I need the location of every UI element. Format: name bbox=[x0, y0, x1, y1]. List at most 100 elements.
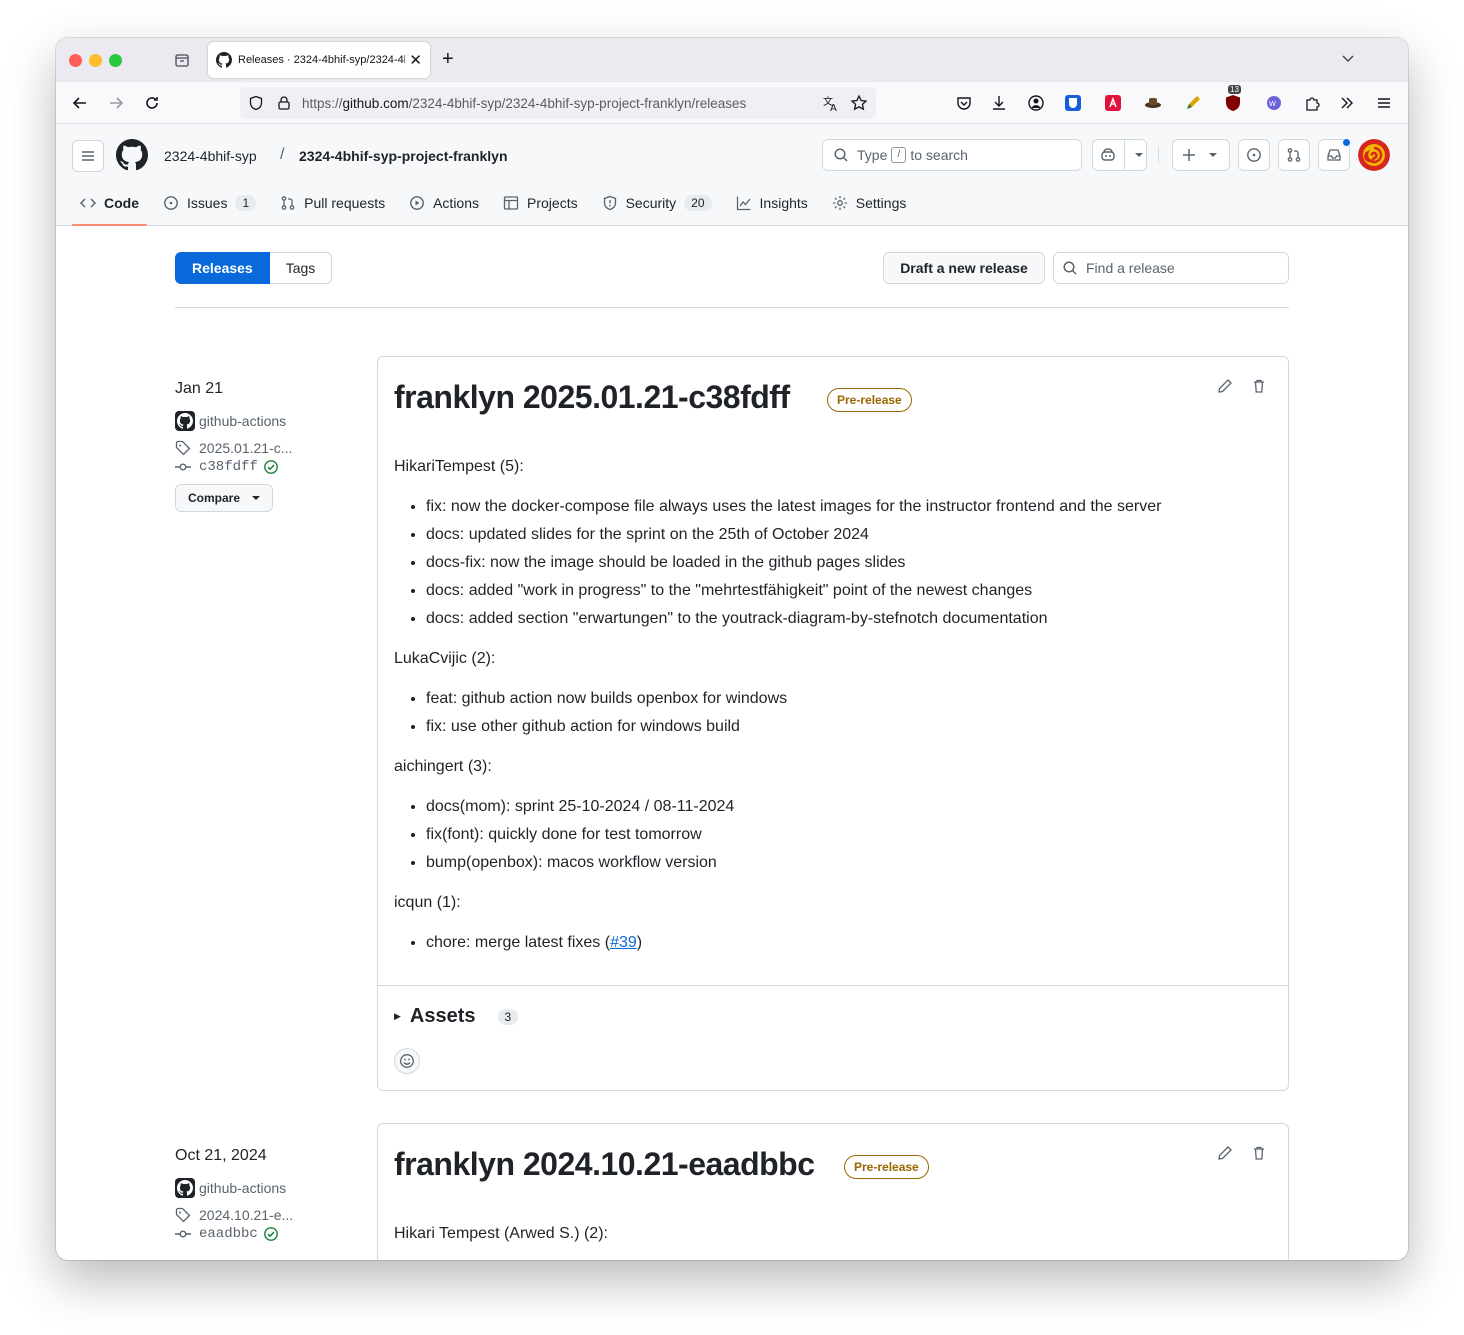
pencil-extension-icon[interactable] bbox=[1184, 94, 1202, 112]
account-icon[interactable] bbox=[1027, 94, 1045, 112]
plus-icon bbox=[1183, 149, 1195, 161]
author-avatar bbox=[175, 1178, 195, 1198]
change-item: fix: now the docker-compose file always … bbox=[426, 493, 1274, 521]
lock-icon[interactable] bbox=[276, 95, 292, 111]
release-commit[interactable]: c38fdff bbox=[175, 459, 365, 475]
ublock-extension-icon[interactable] bbox=[1224, 94, 1242, 112]
tab-label: Issues bbox=[187, 195, 228, 211]
browser-tab-active[interactable]: Releases · 2324-4bhif-syp/2324-4bhif-syp… bbox=[208, 42, 430, 78]
bitwarden-extension-icon[interactable] bbox=[1064, 94, 1082, 112]
release-title[interactable]: franklyn 2025.01.21-c38fdff bbox=[394, 379, 790, 416]
browser-nav-bar: https://github.com/2324-4bhif-syp/2324-4… bbox=[56, 82, 1408, 124]
assets-toggle[interactable]: ▶ Assets 3 bbox=[394, 1005, 519, 1028]
wappalyzer-extension-icon[interactable]: W bbox=[1265, 94, 1283, 112]
copilot-button[interactable] bbox=[1092, 139, 1147, 171]
release-card: franklyn 2024.10.21-eaadbbc Pre-release … bbox=[377, 1123, 1289, 1260]
window-close-button[interactable] bbox=[69, 54, 82, 67]
overflow-chevrons-icon[interactable] bbox=[1338, 94, 1356, 112]
breadcrumb-owner[interactable]: 2324-4bhif-syp bbox=[164, 148, 257, 164]
trash-icon[interactable] bbox=[1251, 1145, 1267, 1161]
trash-icon[interactable] bbox=[1251, 378, 1267, 394]
change-item: chore: merge latest fixes (#39) bbox=[426, 929, 1274, 957]
svg-text:A: A bbox=[830, 103, 837, 112]
draft-new-release-button[interactable]: Draft a new release bbox=[883, 252, 1045, 284]
github-logo-icon[interactable] bbox=[116, 139, 148, 171]
tab-code[interactable]: Code bbox=[72, 180, 147, 226]
edit-pencil-icon[interactable] bbox=[1217, 378, 1233, 394]
header-divider bbox=[1158, 147, 1159, 163]
tab-label: Security bbox=[625, 195, 677, 211]
find-release-input[interactable]: Find a release bbox=[1053, 252, 1289, 284]
translate-icon[interactable]: 文A bbox=[822, 94, 840, 112]
check-circle-icon[interactable] bbox=[263, 459, 279, 475]
code-icon bbox=[80, 198, 96, 208]
tab-settings[interactable]: Settings bbox=[824, 180, 915, 226]
release-title[interactable]: franklyn 2024.10.21-eaadbbc bbox=[394, 1146, 815, 1183]
pull-request-link[interactable]: #39 bbox=[610, 934, 637, 951]
release-author[interactable]: github-actions bbox=[175, 411, 365, 431]
url-text[interactable]: https://github.com/2324-4bhif-syp/2324-4… bbox=[302, 96, 746, 111]
bookmark-star-icon[interactable] bbox=[850, 94, 868, 112]
pull-requests-shortcut-button[interactable] bbox=[1278, 139, 1310, 171]
window-minimize-button[interactable] bbox=[89, 54, 102, 67]
release-author[interactable]: github-actions bbox=[175, 1178, 365, 1198]
issues-counter: 1 bbox=[235, 195, 257, 211]
user-avatar[interactable] bbox=[1358, 139, 1390, 171]
url-scheme: https:// bbox=[302, 96, 343, 111]
contributor-heading: icqun (1): bbox=[394, 894, 461, 911]
tab-close-icon[interactable]: ✕ bbox=[409, 51, 422, 69]
copilot-dropdown-caret-icon[interactable] bbox=[1135, 153, 1143, 157]
url-bar[interactable]: https://github.com/2324-4bhif-syp/2324-4… bbox=[240, 87, 876, 119]
check-circle-icon[interactable] bbox=[263, 1226, 279, 1242]
tab-pull-requests[interactable]: Pull requests bbox=[272, 180, 393, 226]
global-search-input[interactable]: Type / to search bbox=[822, 139, 1082, 171]
tab-label: Insights bbox=[759, 195, 808, 211]
table-icon bbox=[503, 196, 519, 210]
tracking-shield-icon[interactable] bbox=[248, 95, 264, 111]
edit-pencil-icon[interactable] bbox=[1217, 1145, 1233, 1161]
tab-list-chevron-icon[interactable] bbox=[1340, 50, 1356, 66]
release-tag[interactable]: 2025.01.21-c... bbox=[175, 440, 365, 456]
menu-button[interactable] bbox=[72, 140, 104, 172]
hat-extension-icon[interactable] bbox=[1144, 94, 1162, 112]
tab-projects[interactable]: Projects bbox=[495, 180, 586, 226]
tab-overview-icon[interactable] bbox=[174, 52, 190, 68]
git-pull-request-icon bbox=[1287, 148, 1301, 162]
git-commit-icon bbox=[175, 1230, 191, 1238]
tags-tab[interactable]: Tags bbox=[269, 252, 333, 284]
change-item: docs: added section "erwartungen" to the… bbox=[426, 605, 1274, 633]
compare-dropdown-button[interactable]: Compare bbox=[175, 484, 273, 512]
breadcrumb-repo[interactable]: 2324-4bhif-syp-project-franklyn bbox=[299, 148, 508, 164]
release-commit[interactable]: eaadbbc bbox=[175, 1226, 365, 1242]
compare-caret-icon bbox=[252, 496, 261, 500]
commit-sha: c38fdff bbox=[199, 459, 258, 475]
author-name: github-actions bbox=[199, 413, 287, 429]
extensions-puzzle-icon[interactable] bbox=[1303, 94, 1321, 112]
create-new-button[interactable] bbox=[1172, 139, 1230, 171]
new-tab-button[interactable]: + bbox=[442, 48, 454, 71]
prerelease-badge: Pre-release bbox=[827, 388, 912, 412]
tab-issues[interactable]: Issues 1 bbox=[155, 180, 264, 226]
releases-tab[interactable]: Releases bbox=[175, 252, 270, 284]
download-icon[interactable] bbox=[990, 94, 1008, 112]
back-arrow-icon[interactable] bbox=[70, 93, 90, 113]
add-reaction-button[interactable] bbox=[394, 1048, 420, 1074]
adobe-extension-icon[interactable] bbox=[1104, 94, 1122, 112]
forward-arrow-icon[interactable] bbox=[106, 93, 126, 113]
change-list: feat: github action now builds openbox f… bbox=[394, 685, 1274, 741]
reload-icon[interactable] bbox=[142, 93, 162, 113]
pocket-icon[interactable] bbox=[955, 94, 973, 112]
github-actions-avatar-icon bbox=[177, 413, 193, 429]
window-maximize-button[interactable] bbox=[109, 54, 122, 67]
extension-badge: 13 bbox=[1228, 85, 1241, 94]
change-item: docs: updated slides for the sprint on t… bbox=[426, 521, 1274, 549]
issue-opened-icon bbox=[1247, 148, 1261, 162]
release-tag[interactable]: 2024.10.21-e... bbox=[175, 1207, 365, 1223]
issues-shortcut-button[interactable] bbox=[1238, 139, 1270, 171]
tab-title: Releases · 2324-4bhif-syp/2324-4bhif-syp… bbox=[238, 54, 406, 66]
app-menu-icon[interactable] bbox=[1375, 94, 1393, 112]
tab-actions[interactable]: Actions bbox=[401, 180, 487, 226]
tab-insights[interactable]: Insights bbox=[728, 180, 816, 226]
tab-security[interactable]: Security 20 bbox=[594, 180, 720, 226]
search-prefix-text: Type bbox=[857, 147, 888, 163]
